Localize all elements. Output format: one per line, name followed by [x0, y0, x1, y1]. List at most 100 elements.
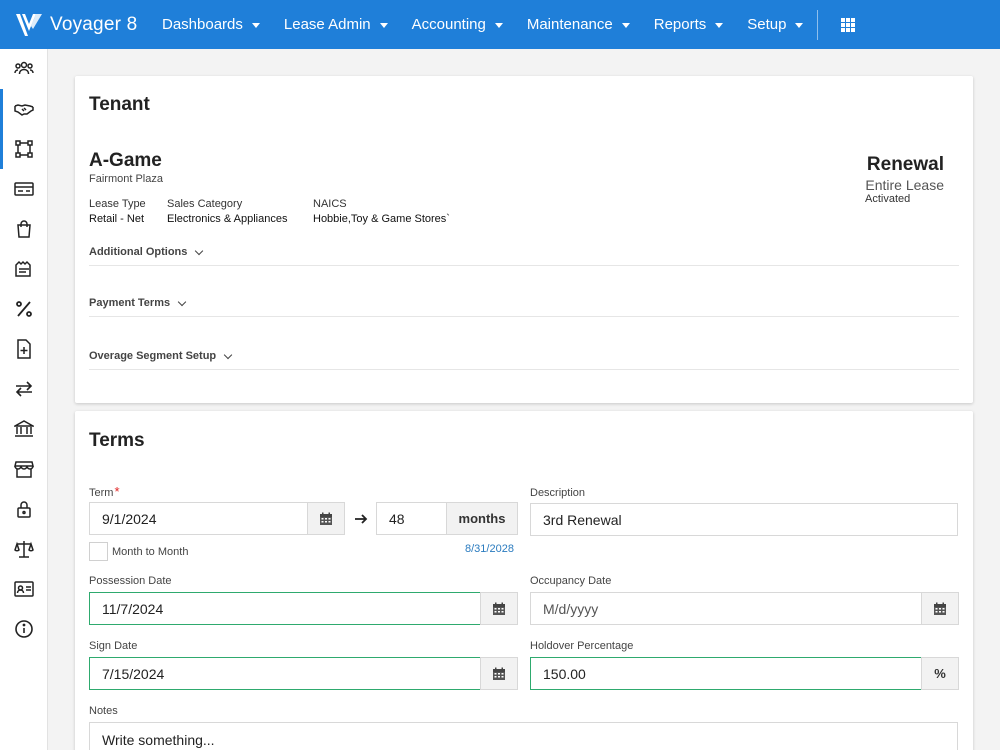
payment-terms-toggle[interactable]: Payment Terms: [89, 294, 959, 312]
occupancy-date-label: Occupancy Date: [530, 575, 612, 587]
info-icon: [14, 620, 33, 638]
lease-status-state: Activated: [865, 193, 911, 205]
brand[interactable]: Voyager 8: [0, 0, 150, 49]
balance-scale-icon: [13, 541, 34, 558]
required-marker: *: [114, 484, 120, 499]
sidebar-item-balance[interactable]: [0, 529, 47, 569]
sidebar: [0, 49, 48, 750]
section-label: Overage Segment Setup: [89, 350, 217, 362]
shopping-bag-icon: [16, 220, 31, 238]
sign-date-label: Sign Date: [89, 640, 138, 652]
sidebar-item-bank[interactable]: [0, 409, 47, 449]
file-plus-icon: [16, 339, 31, 359]
sign-date-calendar-button[interactable]: [480, 657, 518, 690]
possession-date-label: Possession Date: [89, 575, 172, 587]
description-label: Description: [530, 487, 586, 499]
sidebar-item-new-file[interactable]: [0, 329, 47, 369]
term-start-calendar-button[interactable]: [307, 502, 345, 535]
lease-status-scope: Entire Lease: [865, 177, 944, 193]
holdover-label: Holdover Percentage: [530, 640, 634, 652]
percent-addon: %: [921, 657, 959, 690]
month-to-month-checkbox[interactable]: [89, 542, 108, 561]
divider: [89, 265, 959, 266]
tenant-name: A-Game: [89, 150, 162, 171]
nav-label: Lease Admin: [283, 16, 371, 33]
caret-down-icon: [795, 23, 804, 28]
percent-icon: [15, 301, 32, 317]
additional-options-toggle[interactable]: Additional Options: [89, 243, 959, 261]
nav-reports[interactable]: Reports: [642, 0, 736, 49]
vector-square-icon: [14, 140, 33, 158]
notes-textarea[interactable]: Write something...: [89, 722, 958, 750]
sidebar-item-percent[interactable]: [0, 289, 47, 329]
caret-down-icon: [379, 23, 388, 28]
sales-category-label: Sales Category: [167, 198, 243, 210]
naics-value: Hobbie,Toy & Game Stores`: [313, 213, 450, 225]
occupancy-date-input[interactable]: M/d/yyyy: [530, 592, 922, 625]
tenant-card: Tenant A-Game Fairmont Plaza Lease Type …: [75, 76, 973, 403]
handshake-icon: [13, 104, 34, 116]
chevron-down-icon: [223, 350, 233, 359]
users-icon: [13, 61, 34, 75]
divider: [89, 316, 959, 317]
description-input[interactable]: 3rd Renewal: [530, 503, 958, 536]
sidebar-item-id-card[interactable]: [0, 569, 47, 609]
chevron-down-icon: [195, 246, 204, 255]
card-title: Terms: [89, 430, 145, 451]
nav-accounting[interactable]: Accounting: [400, 0, 515, 49]
month-to-month-label: Month to Month: [112, 546, 189, 558]
sidebar-item-handshake[interactable]: [0, 89, 47, 129]
holdover-input[interactable]: 150.00: [530, 657, 922, 690]
voyager-logo-icon: [16, 13, 42, 36]
sign-date-input[interactable]: 7/15/2024: [89, 657, 481, 690]
term-end-date: 8/31/2028: [465, 543, 514, 555]
sidebar-item-users[interactable]: [0, 49, 47, 89]
nav-dashboards[interactable]: Dashboards: [150, 0, 272, 49]
sidebar-item-invoice[interactable]: [0, 249, 47, 289]
section-label: Additional Options: [89, 246, 188, 258]
term-start-input[interactable]: 9/1/2024: [89, 502, 308, 535]
calendar-icon: [493, 602, 505, 615]
calendar-icon: [493, 667, 505, 680]
naics-label: NAICS: [313, 198, 347, 210]
term-length-input[interactable]: 48: [376, 502, 447, 535]
lease-type-label: Lease Type: [89, 198, 146, 210]
sales-category-value: Electronics & Appliances: [167, 213, 288, 225]
occupancy-calendar-button[interactable]: [921, 592, 959, 625]
sidebar-item-info[interactable]: [0, 609, 47, 649]
section-label: Payment Terms: [89, 297, 171, 309]
sidebar-item-transfer[interactable]: [0, 369, 47, 409]
chevron-down-icon: [177, 297, 187, 306]
property-name: Fairmont Plaza: [89, 173, 163, 185]
nav-lease-admin[interactable]: Lease Admin: [272, 0, 400, 49]
sidebar-item-store[interactable]: [0, 449, 47, 489]
term-label-text: Term: [89, 487, 114, 499]
sidebar-item-shopping[interactable]: [0, 209, 47, 249]
nav-label: Maintenance: [526, 16, 613, 33]
caret-down-icon: [251, 23, 260, 28]
caret-down-icon: [715, 23, 724, 28]
sidebar-item-billing[interactable]: [0, 169, 47, 209]
overage-segment-toggle[interactable]: Overage Segment Setup: [89, 347, 959, 365]
apps-grid-icon[interactable]: [832, 9, 864, 41]
sidebar-item-lock[interactable]: [0, 489, 47, 529]
terms-card: Terms Term* 9/1/2024 48 months Month to …: [75, 411, 973, 750]
bank-icon: [13, 420, 34, 437]
id-card-icon: [13, 581, 34, 597]
nav-label: Setup: [747, 16, 787, 33]
calendar-icon: [934, 602, 946, 615]
sidebar-item-vector[interactable]: [0, 129, 47, 169]
possession-date-input[interactable]: 11/7/2024: [89, 592, 481, 625]
top-navbar: Voyager 8 Dashboards Lease Admin Account…: [0, 0, 1000, 49]
brand-name: Voyager 8: [50, 13, 138, 35]
possession-calendar-button[interactable]: [480, 592, 518, 625]
nav-maintenance[interactable]: Maintenance: [515, 0, 642, 49]
nav-label: Accounting: [411, 16, 486, 33]
lease-type-value: Retail - Net: [89, 213, 145, 225]
caret-down-icon: [494, 23, 503, 28]
calendar-icon: [320, 512, 332, 525]
nav-label: Dashboards: [162, 16, 243, 33]
invoice-icon: [14, 260, 31, 277]
card-title: Tenant: [89, 94, 150, 115]
nav-setup[interactable]: Setup: [735, 0, 815, 49]
